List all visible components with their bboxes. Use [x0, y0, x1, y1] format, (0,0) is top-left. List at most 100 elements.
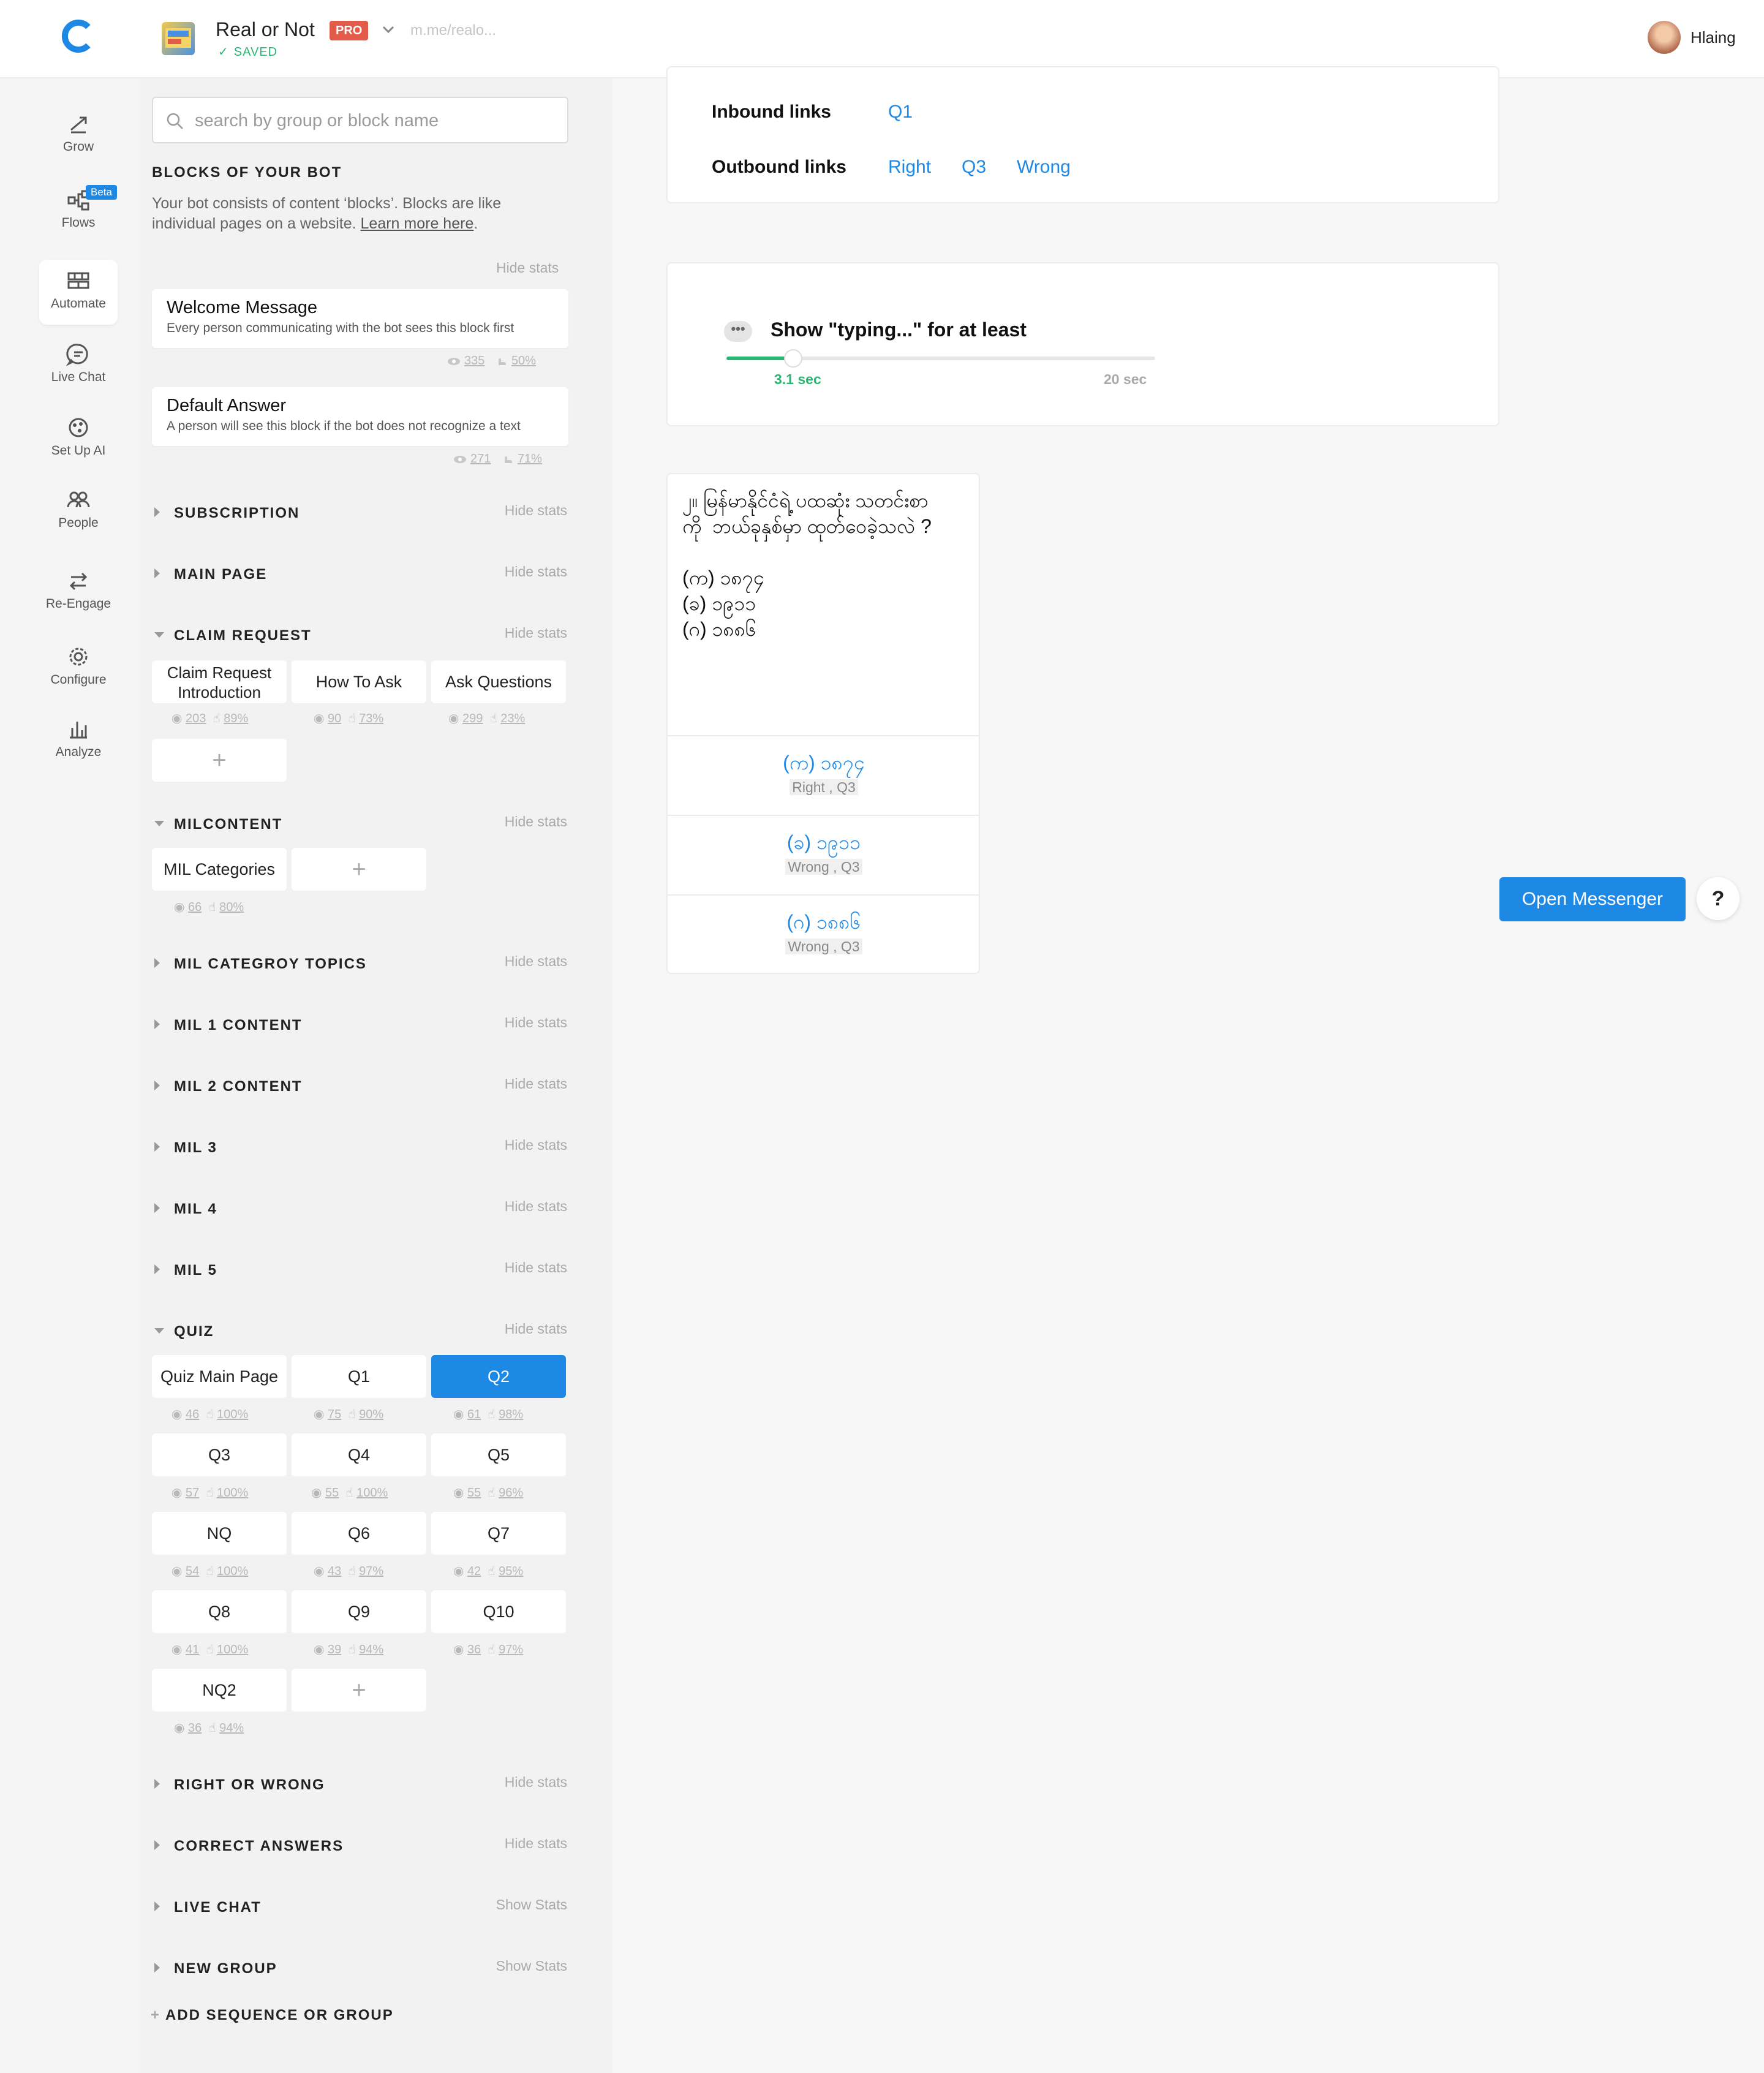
block-tile[interactable]: Q9	[292, 1590, 426, 1633]
block-tile[interactable]: Quiz Main Page	[152, 1355, 287, 1398]
hide-stats-link[interactable]: Hide stats	[505, 1835, 567, 1852]
block-tile[interactable]: Q10	[431, 1590, 566, 1633]
group-subscription[interactable]: SUBSCRIPTION Hide stats	[152, 502, 568, 527]
open-messenger-button[interactable]: Open Messenger	[1499, 877, 1686, 921]
group-name: MAIN PAGE	[174, 566, 268, 583]
block-tile[interactable]: Q6	[292, 1512, 426, 1555]
hide-stats-link[interactable]: Hide stats	[505, 1076, 567, 1092]
quick-reply-button[interactable]: (က) ၁၈၇၄ Right , Q3	[668, 735, 979, 815]
slider-handle[interactable]	[783, 349, 802, 368]
nav-re-engage[interactable]: Re-Engage	[39, 560, 118, 625]
group-quiz[interactable]: QUIZ Hide stats	[152, 1321, 568, 1345]
block-tile[interactable]: Q8	[152, 1590, 287, 1633]
group-milcontent[interactable]: MILCONTENT Hide stats	[152, 814, 568, 838]
help-button[interactable]: ?	[1697, 877, 1740, 920]
block-tile[interactable]: Q5	[431, 1433, 566, 1476]
quick-reply-button[interactable]: (ဂ) ၁၈၈၆ Wrong , Q3	[668, 894, 979, 973]
learn-more-link[interactable]: Learn more here	[361, 215, 474, 232]
group-right-or-wrong[interactable]: RIGHT OR WRONG Hide stats	[152, 1774, 568, 1799]
block-tile[interactable]: Claim Request Introduction	[152, 660, 287, 703]
text-card[interactable]: ၂။ မြန်မာနိုင်ငံရဲ့ ပထဆုံး သတင်းစာ ကို ဘ…	[666, 473, 980, 974]
hide-stats-link[interactable]: Hide stats	[505, 1774, 567, 1791]
welcome-message-block[interactable]: Welcome Message Every person communicati…	[152, 289, 568, 348]
typing-max: 20 sec	[1104, 371, 1147, 387]
block-tile[interactable]: NQ2	[152, 1669, 287, 1712]
outbound-link[interactable]: Wrong	[1017, 157, 1071, 178]
search-input[interactable]	[195, 107, 556, 135]
group-mil-3[interactable]: MIL 3 Hide stats	[152, 1137, 568, 1161]
block-tile[interactable]: How To Ask	[292, 660, 426, 703]
group-mil-4[interactable]: MIL 4 Hide stats	[152, 1198, 568, 1223]
inbound-link[interactable]: Q1	[888, 102, 913, 123]
search-box[interactable]	[152, 97, 568, 143]
typing-slider[interactable]	[726, 349, 1155, 368]
blocks-panel: BLOCKS OF YOUR BOT Your bot consists of …	[140, 78, 612, 2073]
nav-set-up-ai[interactable]: Set Up AI	[39, 407, 118, 472]
block-stats: ◉ 61 ☝ 98%	[453, 1408, 524, 1421]
people-icon	[67, 491, 90, 508]
group-main-page[interactable]: MAIN PAGE Hide stats	[152, 564, 568, 588]
nav-configure[interactable]: Configure	[39, 636, 118, 701]
block-tile-selected[interactable]: Q2	[431, 1355, 566, 1398]
bot-avatar[interactable]	[162, 22, 195, 55]
hide-stats-link[interactable]: Hide stats	[505, 1321, 567, 1337]
show-stats-link[interactable]: Show Stats	[496, 1897, 567, 1913]
button-label: (ဂ) ၁၈၈၆	[786, 911, 861, 933]
hide-stats-link[interactable]: Hide stats	[505, 953, 567, 970]
nav-analyze[interactable]: Analyze	[39, 708, 118, 773]
group-name: MIL 2 CONTENT	[174, 1078, 303, 1095]
nav-label: Set Up AI	[51, 444, 106, 458]
hide-stats-link[interactable]: Hide stats	[505, 564, 567, 580]
nav-flows[interactable]: Beta Flows	[39, 179, 118, 244]
show-stats-link[interactable]: Show Stats	[496, 1958, 567, 1974]
block-tile[interactable]: Q4	[292, 1433, 426, 1476]
chatfuel-logo[interactable]	[60, 17, 98, 55]
add-block-button[interactable]: +	[292, 848, 426, 891]
user-name[interactable]: Hlaing	[1691, 28, 1736, 47]
block-tile[interactable]: NQ	[152, 1512, 287, 1555]
quick-reply-button[interactable]: (ခ) ၁၉၁၁ Wrong , Q3	[668, 815, 979, 894]
outbound-link[interactable]: Right	[888, 157, 931, 178]
hide-stats-link[interactable]: Hide stats	[496, 260, 559, 276]
user-avatar[interactable]	[1648, 21, 1681, 54]
hide-stats-link[interactable]: Hide stats	[505, 814, 567, 830]
bot-name[interactable]: Real or Not	[216, 18, 315, 41]
nav-automate[interactable]: Automate	[39, 260, 118, 325]
group-mil-5[interactable]: MIL 5 Hide stats	[152, 1259, 568, 1284]
group-mil-category-topics[interactable]: MIL CATEGROY TOPICS Hide stats	[152, 953, 568, 978]
block-stats: ◉ 43 ☝ 97%	[314, 1565, 384, 1578]
message-text[interactable]: ၂။ မြန်မာနိုင်ငံရဲ့ ပထဆုံး သတင်းစာ ကို ဘ…	[682, 488, 932, 642]
group-mil-1-content[interactable]: MIL 1 CONTENT Hide stats	[152, 1014, 568, 1039]
group-mil-2-content[interactable]: MIL 2 CONTENT Hide stats	[152, 1076, 568, 1100]
hide-stats-link[interactable]: Hide stats	[505, 1259, 567, 1276]
block-tile[interactable]: Ask Questions	[431, 660, 566, 703]
hide-stats-link[interactable]: Hide stats	[505, 1137, 567, 1154]
nav-live-chat[interactable]: Live Chat	[39, 333, 118, 398]
nav-grow[interactable]: Grow	[39, 103, 118, 168]
group-name: MIL 1 CONTENT	[174, 1017, 303, 1033]
click-icon	[498, 358, 506, 365]
hide-stats-link[interactable]: Hide stats	[505, 1014, 567, 1031]
block-tile[interactable]: Q3	[152, 1433, 287, 1476]
block-tile[interactable]: Q1	[292, 1355, 426, 1398]
typing-card: ••• Show "typing..." for at least 3.1 se…	[666, 262, 1499, 426]
add-sequence-or-group-button[interactable]: + ADD SEQUENCE OR GROUP	[151, 2007, 394, 2024]
hide-stats-link[interactable]: Hide stats	[505, 1198, 567, 1215]
group-new-group[interactable]: NEW GROUP Show Stats	[152, 1958, 568, 1982]
chevron-down-icon[interactable]	[380, 21, 397, 38]
outbound-link[interactable]: Q3	[962, 157, 986, 178]
inbound-links-label: Inbound links	[712, 102, 831, 122]
nav-people[interactable]: People	[39, 479, 118, 544]
group-correct-answers[interactable]: CORRECT ANSWERS Hide stats	[152, 1835, 568, 1860]
bot-link[interactable]: m.me/realo...	[410, 22, 496, 39]
default-answer-block[interactable]: Default Answer A person will see this bl…	[152, 387, 568, 446]
group-live-chat[interactable]: LIVE CHAT Show Stats	[152, 1897, 568, 1921]
block-tile[interactable]: MIL Categories	[152, 848, 287, 891]
add-block-button[interactable]: +	[152, 739, 287, 782]
hide-stats-link[interactable]: Hide stats	[505, 625, 567, 641]
hide-stats-link[interactable]: Hide stats	[505, 502, 567, 519]
add-block-button[interactable]: +	[292, 1669, 426, 1712]
group-claim-request[interactable]: CLAIM REQUEST Hide stats	[152, 625, 568, 649]
plus-icon: +	[151, 2007, 161, 2023]
block-tile[interactable]: Q7	[431, 1512, 566, 1555]
